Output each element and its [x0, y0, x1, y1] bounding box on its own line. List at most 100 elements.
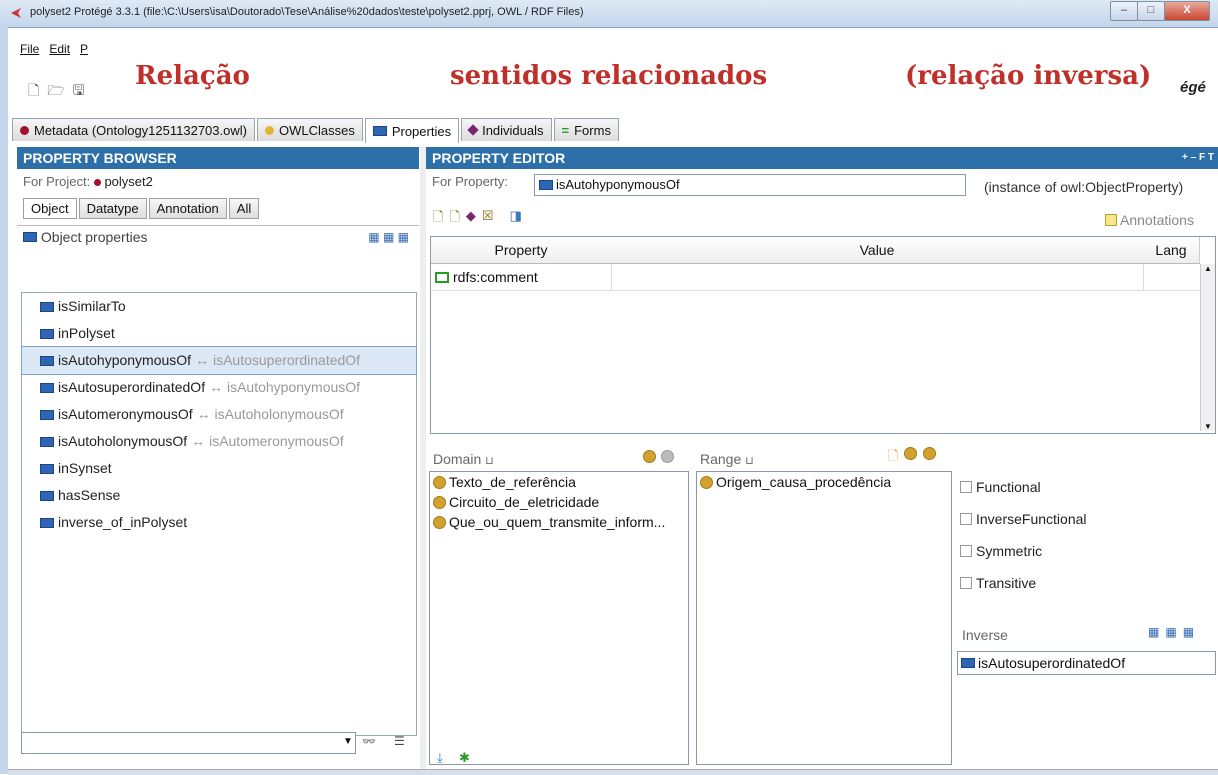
property-name: inPolyset: [58, 325, 115, 341]
annotation-property-icon: [435, 271, 449, 283]
domain-class: Que_ou_quem_transmite_inform...: [449, 514, 666, 530]
property-icon: [40, 517, 54, 528]
view-icon[interactable]: ◨: [510, 208, 522, 230]
tree-item-selected[interactable]: isAutohyponymousOf ↔ isAutosuperordinated…: [21, 346, 417, 375]
remove-range-class-icon[interactable]: [923, 447, 937, 460]
property-name: isAutosuperordinatedOf: [58, 379, 206, 395]
property-icon: [372, 126, 387, 136]
column-header-lang[interactable]: Lang: [1143, 237, 1200, 264]
add-individual-icon[interactable]: ◆: [466, 208, 476, 230]
property-name: isAutohyponymousOf: [58, 352, 192, 368]
property-name-field[interactable]: isAutohyponymousOf: [534, 174, 966, 196]
column-header-value[interactable]: Value: [611, 237, 1144, 264]
inverse-field[interactable]: isAutosuperordinatedOf: [957, 651, 1216, 675]
download-icon[interactable]: ⤓: [437, 750, 443, 766]
table-scrollbar[interactable]: ▲ ▼: [1200, 264, 1215, 431]
property-name: isSimilarTo: [58, 298, 126, 314]
binoculars-icon[interactable]: 👓: [362, 735, 376, 748]
range-toolbar: 🗋: [888, 447, 937, 469]
table-row[interactable]: rdfs:comment: [431, 264, 1199, 291]
subtab-datatype[interactable]: Datatype: [78, 198, 147, 219]
tree-item[interactable]: inverse_of_inPolyset: [22, 509, 416, 536]
tab-individuals[interactable]: Individuals: [461, 118, 552, 141]
save-icon[interactable]: 🖫: [73, 80, 85, 104]
tree-item[interactable]: inPolyset: [22, 320, 416, 347]
subtab-object[interactable]: Object: [23, 198, 77, 219]
tab-owlclasses-label: OWLClasses: [278, 122, 355, 138]
add-datatype-icon[interactable]: 🗋: [449, 208, 459, 230]
transitive-checkbox[interactable]: Transitive: [960, 575, 1036, 591]
object-properties-label: Object properties: [40, 229, 148, 245]
scroll-down-icon[interactable]: ▼: [1201, 422, 1215, 431]
add-annotation-icon[interactable]: 🗋: [433, 208, 443, 230]
property-browser-header: PROPERTY BROWSER: [17, 147, 419, 169]
tree-item[interactable]: isAutosuperordinatedOf ↔ isAutohyponymous…: [22, 374, 416, 401]
subtab-all[interactable]: All: [228, 198, 260, 219]
range-title: Range: [700, 451, 742, 467]
scroll-up-icon[interactable]: ▲: [1201, 264, 1215, 273]
protege-logo: égé: [1180, 79, 1206, 96]
symmetric-checkbox[interactable]: Symmetric: [960, 543, 1042, 559]
list-item[interactable]: Que_ou_quem_transmite_inform...: [430, 512, 688, 532]
annotations-button[interactable]: Annotations: [1105, 212, 1194, 228]
tree-view-icon[interactable]: ☰: [394, 734, 405, 748]
tab-properties[interactable]: Properties: [364, 118, 460, 143]
list-item[interactable]: Origem_causa_procedência: [697, 472, 951, 492]
protege-app-icon[interactable]: [9, 6, 23, 20]
dropdown-arrow-icon[interactable]: ▼: [343, 736, 353, 747]
property-icon: [40, 463, 54, 474]
search-input[interactable]: [22, 733, 336, 753]
menu-edit[interactable]: Edit: [49, 42, 70, 62]
tree-item[interactable]: isAutomeronymousOf ↔ isAutoholonymousOf: [22, 401, 416, 428]
create-range-class-icon[interactable]: 🗋: [888, 447, 898, 469]
functional-checkbox[interactable]: Functional: [960, 479, 1041, 495]
remove-domain-class-icon[interactable]: [661, 450, 674, 463]
subtab-annotation[interactable]: Annotation: [148, 198, 227, 219]
delete-property-icon[interactable]: ▦: [398, 230, 409, 244]
overlay-inversa: (relação inversa): [905, 61, 1152, 91]
property-name: hasSense: [58, 487, 121, 503]
class-icon: [433, 475, 446, 489]
list-item[interactable]: Circuito_de_eletricidade: [430, 492, 688, 512]
annotation-icon: [1105, 214, 1117, 226]
column-header-property[interactable]: Property: [431, 237, 612, 264]
tab-forms[interactable]: = Forms: [553, 118, 619, 141]
add-range-class-icon[interactable]: [904, 447, 918, 460]
menu-project[interactable]: P: [80, 42, 88, 62]
create-property-icon[interactable]: ▦: [368, 230, 379, 244]
domain-class: Circuito_de_eletricidade: [449, 494, 600, 510]
property-name: isAutomeronymousOf: [58, 406, 193, 422]
tree-item[interactable]: isSimilarTo: [22, 293, 416, 320]
cell-lang: [1143, 264, 1144, 290]
add-inverse-icon[interactable]: ▦: [1165, 625, 1176, 639]
tab-metadata[interactable]: Metadata (Ontology1251132703.owl): [12, 118, 255, 141]
search-combobox[interactable]: [21, 732, 356, 754]
close-button[interactable]: X: [1164, 1, 1210, 21]
symmetric-label: Symmetric: [976, 543, 1043, 559]
menu-file[interactable]: File: [20, 42, 39, 62]
inversefunctional-checkbox[interactable]: InverseFunctional: [960, 511, 1087, 527]
domain-class: Texto_de_referência: [449, 474, 576, 490]
tab-owlclasses[interactable]: OWLClasses: [256, 118, 363, 141]
header-controls[interactable]: + – F T: [1182, 147, 1214, 169]
list-item[interactable]: Texto_de_referência: [430, 472, 688, 492]
add-domain-class-icon[interactable]: [643, 450, 656, 463]
minimize-button[interactable]: –: [1110, 1, 1138, 21]
property-name-value: isAutohyponymousOf: [556, 177, 680, 192]
delete-annotation-icon[interactable]: ☒: [482, 208, 494, 230]
tree-item[interactable]: isAutoholonymousOf ↔ isAutomeronymousOf: [22, 428, 416, 455]
remove-inverse-icon[interactable]: ▦: [1183, 625, 1194, 639]
class-icon: [264, 125, 274, 135]
tree-item[interactable]: hasSense: [22, 482, 416, 509]
bug-icon[interactable]: ✱: [459, 750, 470, 766]
create-inverse-icon[interactable]: ▦: [1148, 625, 1159, 639]
cell-value: [611, 264, 612, 290]
property-name: inSynset: [58, 460, 112, 476]
create-subproperty-icon[interactable]: ▦: [383, 230, 394, 244]
range-class: Origem_causa_procedência: [716, 474, 892, 490]
new-file-icon[interactable]: 🗋: [28, 80, 39, 104]
open-folder-icon[interactable]: 🗁: [47, 80, 64, 104]
browser-subtabs: Object Datatype Annotation All: [23, 198, 419, 219]
maximize-button[interactable]: □: [1137, 1, 1165, 21]
tree-item[interactable]: inSynset: [22, 455, 416, 482]
